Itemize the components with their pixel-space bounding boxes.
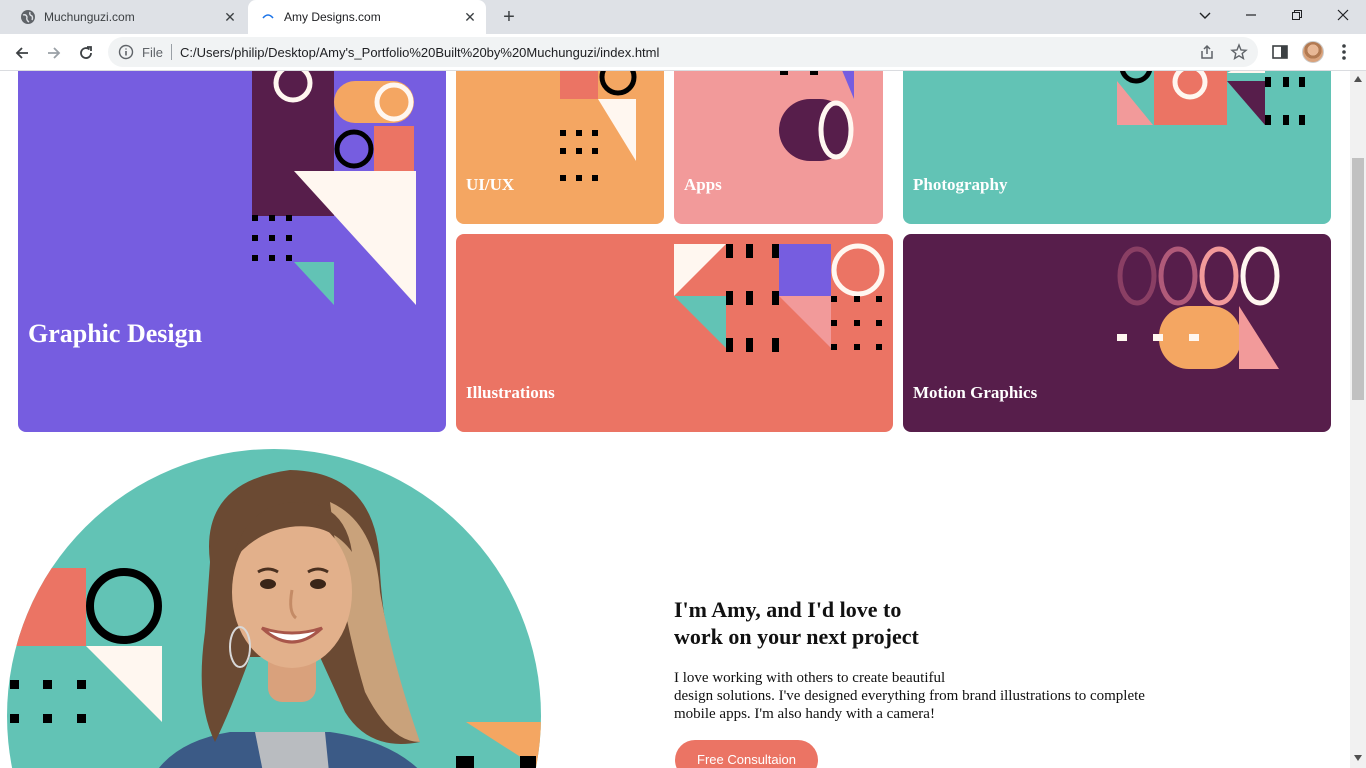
globe-icon: [21, 10, 35, 24]
close-tab-icon[interactable]: ✕: [462, 9, 478, 25]
close-tab-icon[interactable]: ✕: [222, 9, 238, 25]
about-text-line: mobile apps. I'm also handy with a camer…: [674, 706, 935, 722]
category-card-photography[interactable]: Photography: [903, 71, 1331, 224]
star-icon[interactable]: [1230, 43, 1248, 61]
minimize-icon: [1246, 14, 1256, 16]
restore-button[interactable]: [1274, 0, 1320, 30]
info-icon[interactable]: [118, 44, 134, 60]
reload-icon: [80, 46, 92, 59]
category-label: Motion Graphics: [913, 383, 1038, 402]
minimize-button[interactable]: [1228, 0, 1274, 30]
restore-icon: [1292, 10, 1302, 20]
photography-illustration: [1117, 71, 1305, 125]
browser-tab-bar: Muchunguzi.com ✕ Amy Designs.com ✕ +: [0, 0, 1366, 34]
about-heading-line: I'm Amy, and I'd love to: [674, 597, 902, 622]
profile-avatar[interactable]: [1302, 41, 1324, 63]
url-text[interactable]: C:/Users/philip/Desktop/Amy's_Portfolio%…: [180, 45, 659, 60]
category-card-motion-graphics[interactable]: Motion Graphics: [903, 234, 1331, 432]
arrow-right-icon: [48, 47, 61, 59]
arrow-left-icon: [15, 47, 28, 59]
tab-title: Amy Designs.com: [284, 10, 381, 24]
scheme-label: File: [142, 45, 163, 60]
category-label: Illustrations: [466, 383, 555, 402]
close-icon: [1337, 9, 1349, 21]
reload-button[interactable]: [74, 41, 98, 65]
loading-favicon-icon: [262, 14, 274, 19]
tab-title: Muchunguzi.com: [44, 10, 135, 24]
side-panel-icon[interactable]: [1270, 42, 1290, 62]
free-consultation-button[interactable]: Free Consultaion: [675, 740, 818, 768]
category-card-illustrations[interactable]: Illustrations: [456, 234, 893, 432]
tab-amy-designs[interactable]: Amy Designs.com ✕: [248, 0, 486, 34]
scroll-up-arrow-icon[interactable]: [1354, 75, 1362, 83]
about-heading: I'm Amy, and I'd love to work on your ne…: [674, 596, 994, 650]
category-label: Photography: [913, 175, 1008, 194]
tab-muchunguzi[interactable]: Muchunguzi.com ✕: [8, 0, 246, 34]
back-button[interactable]: [10, 41, 34, 65]
scroll-down-arrow-icon[interactable]: [1354, 754, 1362, 762]
browser-toolbar: File C:/Users/philip/Desktop/Amy's_Portf…: [0, 34, 1366, 71]
category-card-apps[interactable]: Apps: [674, 71, 883, 224]
category-label: UI/UX: [466, 175, 515, 194]
chevron-down-icon: [1199, 12, 1211, 19]
divider: [171, 44, 172, 60]
profile-hero-illustration: [7, 449, 541, 768]
close-window-button[interactable]: [1320, 0, 1366, 30]
about-heading-line: work on your next project: [674, 624, 919, 649]
about-description: I love working with others to create bea…: [674, 669, 1194, 723]
category-label: Apps: [684, 175, 722, 194]
scroll-thumb[interactable]: [1352, 158, 1364, 400]
category-card-graphic-design[interactable]: Graphic Design: [18, 71, 446, 432]
graphic-design-illustration: [252, 71, 416, 305]
address-bar[interactable]: File C:/Users/philip/Desktop/Amy's_Portf…: [108, 37, 1258, 67]
about-text-line: design solutions. I've designed everythi…: [674, 688, 1145, 704]
page-scrollbar[interactable]: [1350, 71, 1366, 768]
share-icon[interactable]: [1198, 43, 1216, 61]
apps-illustration: [779, 71, 854, 161]
category-card-uiux[interactable]: UI/UX: [456, 71, 664, 224]
new-tab-button[interactable]: +: [498, 7, 520, 29]
uiux-illustration: [560, 71, 637, 181]
tab-search-button[interactable]: [1182, 0, 1228, 30]
forward-button[interactable]: [42, 41, 66, 65]
page-viewport: Graphic Design UI/UX Apps Photography Il…: [0, 71, 1350, 768]
category-label: Graphic Design: [28, 319, 203, 348]
menu-kebab-icon[interactable]: [1336, 42, 1352, 62]
about-text-line: I love working with others to create bea…: [674, 670, 946, 686]
